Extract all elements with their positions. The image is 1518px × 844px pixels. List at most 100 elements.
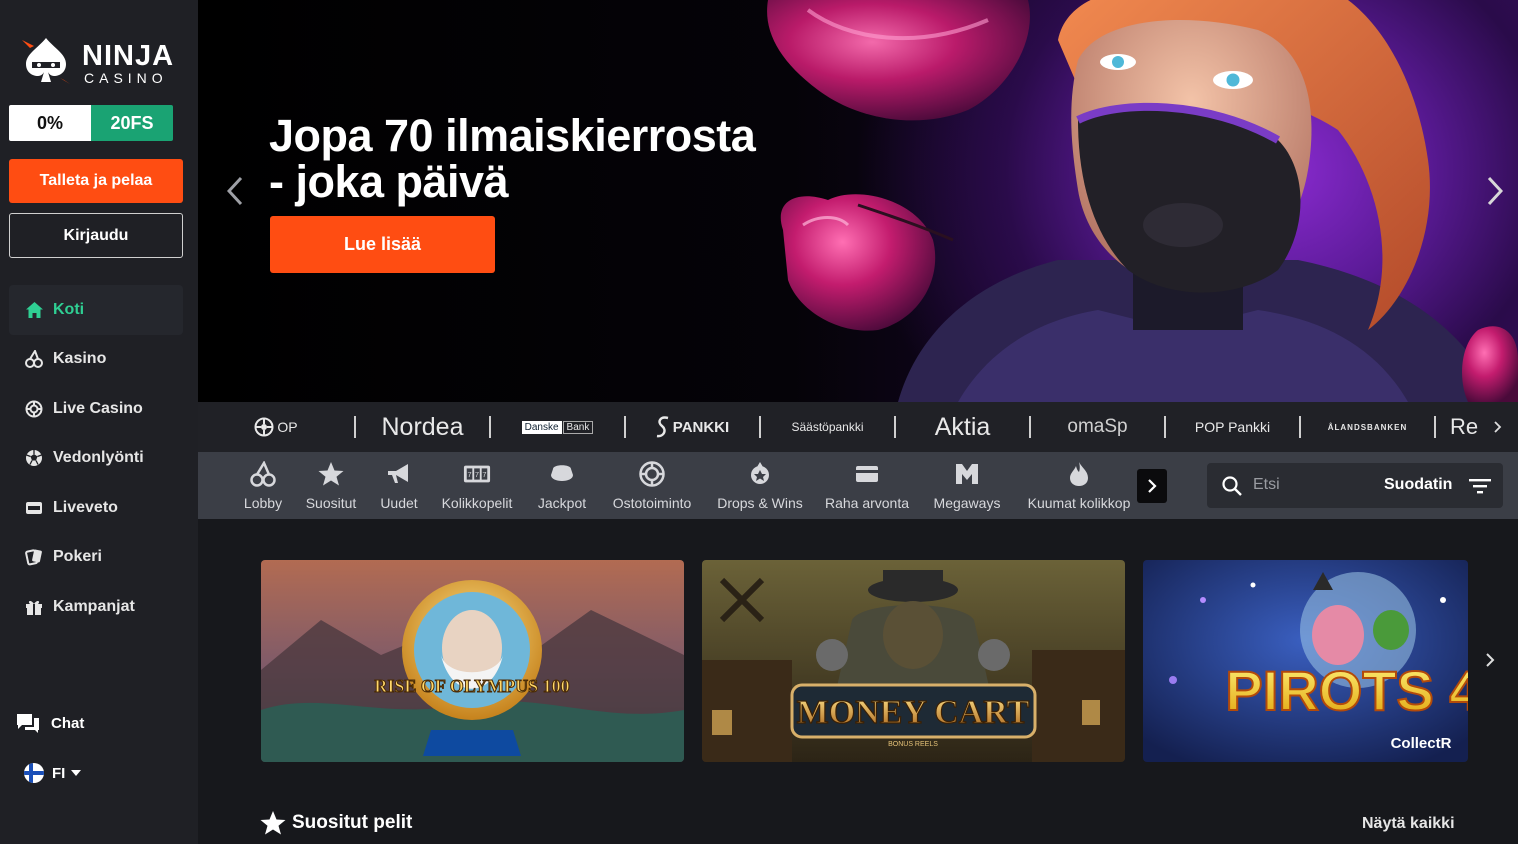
category-label: Ostotoiminto [612,495,692,511]
section-title-label: Suositut pelit [292,812,413,833]
bank-name: Danske [521,420,562,434]
cherries-icon [249,460,277,488]
bank-logo-pop-pankki[interactable]: POP Pankki [1166,402,1299,452]
game-tile-money-cart[interactable]: MONEY CART BONUS REELS [702,560,1125,762]
sidebar-item-live-casino[interactable]: Live Casino [9,384,183,434]
login-button[interactable]: Kirjaudu [9,213,183,258]
games-carousel-next-button[interactable] [1480,648,1500,672]
roulette-icon [25,400,43,418]
ninja-casino-logo[interactable]: NINJA CASINO [16,30,186,90]
bank-name: Bank [562,420,594,434]
buy-icon [638,460,666,488]
game-logo-subtext: CollectR [1391,735,1452,752]
language-label: FI [52,764,66,782]
filter-button-label[interactable]: Suodatin [1384,476,1452,494]
show-all-link[interactable]: Näytä kaikki [1362,815,1455,833]
category-lobby[interactable]: Lobby [240,452,286,519]
chat-button[interactable]: Chat [16,712,84,734]
sidebar-item-vedonlyonti[interactable]: Vedonlyönti [9,434,183,484]
star-icon [317,460,345,488]
bank-logo-omasp[interactable]: omaSp [1031,402,1164,452]
bank-logo-nordea[interactable]: Nordea [356,402,489,452]
star-icon [260,811,286,835]
category-label: Jackpot [537,495,587,511]
bank-logo-aktia[interactable]: Aktia [896,402,1029,452]
category-label: Raha arvonta [824,495,910,511]
search-input[interactable] [1253,471,1373,499]
chevron-left-icon [227,176,243,206]
category-label: Kuumat kolikkop [1027,495,1131,511]
sidebar-item-koti[interactable]: Koti [9,285,183,335]
category-drops-wins[interactable]: Drops & Wins [713,452,807,519]
category-bar: Lobby Suositut Uudet 777 Kolikkopelit Ja… [198,452,1518,519]
bank-name: omaSp [1067,416,1128,437]
sidebar-item-pokeri[interactable]: Pokeri [9,533,183,583]
pirots-4-thumbnail: PIROTS 4 CollectR [1143,560,1468,762]
s-pankki-logo-icon [656,416,669,438]
cherries-icon [25,350,43,369]
finland-flag-icon [24,763,44,783]
filter-icon[interactable] [1469,477,1491,495]
bank-logo-danske[interactable]: Danske Bank [491,402,624,452]
logo-subtitle: CASINO [84,70,168,86]
home-icon [25,301,43,319]
bank-name: Re [1450,414,1479,439]
bank-logo-s-pankki[interactable]: PANKKI [626,402,759,452]
read-more-button[interactable]: Lue lisää [270,216,495,273]
category-suositut[interactable]: Suositut [301,452,361,519]
bank-logo-op[interactable]: OP [198,402,354,452]
op-logo-icon [254,417,274,437]
game-logo-subtext: BONUS REELS [888,741,938,748]
category-label: Suositut [305,495,357,511]
search-icon [1222,476,1242,496]
category-jackpot[interactable]: Jackpot [532,452,592,519]
category-megaways[interactable]: Megaways [929,452,1005,519]
bank-logo-saastopankki[interactable]: Säästöpankki [761,402,894,452]
spade-ninja-logo-icon [22,38,70,84]
category-kolikkopelit[interactable]: 777 Kolikkopelit [437,452,517,519]
language-selector[interactable]: FI [24,763,82,783]
slot-icon: 777 [463,460,491,488]
category-raha-arvonta[interactable]: Raha arvonta [821,452,913,519]
app-root: NINJA CASINO 0% 20FS Talleta ja pelaa Ki… [0,0,1518,844]
game-tile-pirots-4[interactable]: PIROTS 4 CollectR [1143,560,1468,762]
bank-logo-partial[interactable]: Re [1436,402,1488,452]
sidebar-item-kampanjat[interactable]: Kampanjat [9,582,183,632]
bonus-banner[interactable]: 0% 20FS [9,105,173,141]
deposit-and-play-button[interactable]: Talleta ja pelaa [9,159,183,203]
sidebar: NINJA CASINO 0% 20FS Talleta ja pelaa Ki… [0,0,198,844]
bank-name: OP [277,419,298,435]
category-label: Drops & Wins [717,495,803,511]
category-ostotoiminto[interactable]: Ostotoiminto [604,452,700,519]
sidebar-item-liveveto[interactable]: Liveveto [9,483,183,533]
hero-title: Jopa 70 ilmaiskierrosta - joka päivä [269,113,869,205]
chat-bubble-icon [17,714,39,733]
category-kuumat-kolikkopelit[interactable]: Kuumat kolikkop [1021,452,1137,519]
bank-logo-alandsbanken[interactable]: ÅLANDSBANKEN [1301,402,1434,452]
category-label: Uudet [380,495,418,511]
category-label: Kolikkopelit [441,495,513,511]
hero-next-button[interactable] [1480,172,1510,210]
game-logo-text: PIROTS 4 [1225,659,1468,722]
live-icon [25,499,43,517]
svg-text:7: 7 [482,470,486,479]
svg-text:7: 7 [475,470,479,479]
caret-down-icon [71,770,82,776]
banks-next-button[interactable] [1488,402,1508,452]
category-uudet[interactable]: Uudet [376,452,422,519]
bank-name: PANKKI [672,418,730,436]
sidebar-item-kasino[interactable]: Kasino [9,335,183,385]
hero-prev-button[interactable] [220,172,250,210]
category-label: Megaways [933,495,1001,511]
soccer-ball-icon [25,449,43,467]
bank-name: Säästöpankki [791,420,864,434]
hero-title-line1: Jopa 70 ilmaiskierrosta [269,110,756,161]
logo-title: NINJA [82,40,175,72]
bonus-free-spins: 20FS [91,105,173,141]
game-tile-rise-of-olympus[interactable]: RISE OF OLYMPUS 100 [261,560,684,762]
hero-banner[interactable]: Jopa 70 ilmaiskierrosta - joka päivä Lue… [198,0,1518,402]
search-box: Suodatin [1207,463,1503,508]
money-cart-thumbnail: MONEY CART BONUS REELS [702,560,1125,762]
categories-next-button[interactable] [1137,469,1167,503]
sidebar-item-label: Pokeri [53,548,102,566]
